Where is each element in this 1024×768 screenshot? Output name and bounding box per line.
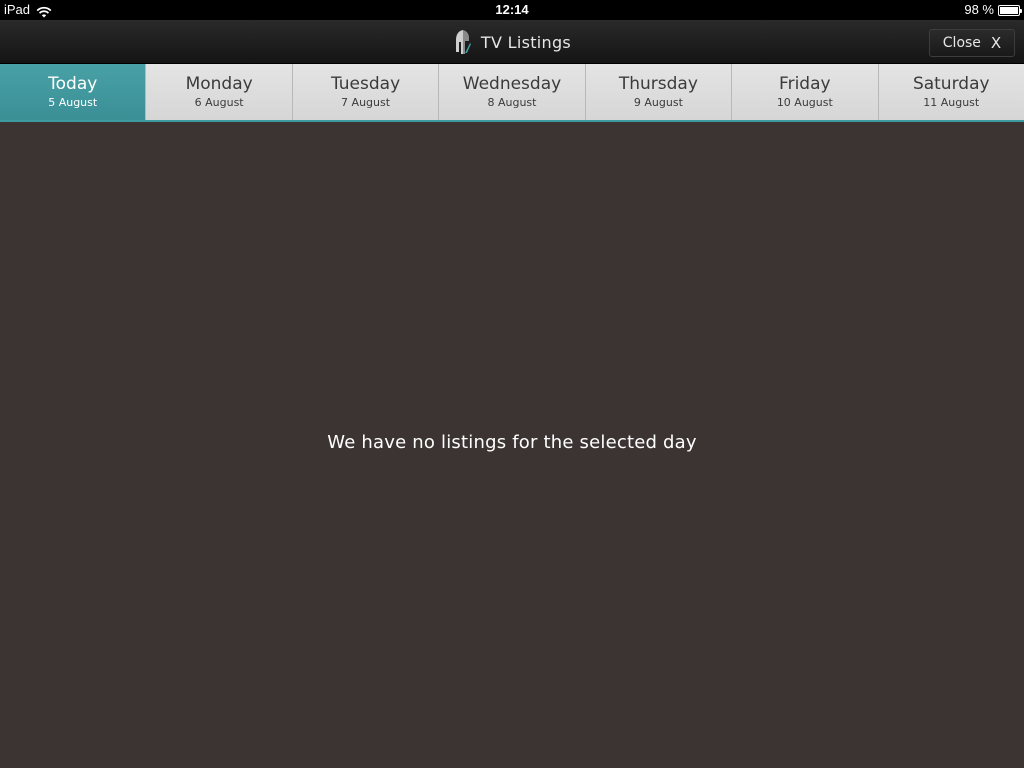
tab-day-date: 5 August <box>48 95 98 109</box>
status-time: 12:14 <box>495 2 529 17</box>
tab-tuesday[interactable]: Tuesday 7 August <box>292 64 440 120</box>
tab-day-date: 8 August <box>487 95 537 109</box>
tab-saturday[interactable]: Saturday 11 August <box>878 64 1024 120</box>
page-title: TV Listings <box>480 32 572 52</box>
battery-percent: 98 % <box>964 2 994 17</box>
tab-friday[interactable]: Friday 10 August <box>732 64 879 120</box>
status-right: 98 % <box>964 0 1022 20</box>
tab-today[interactable]: Today 5 August <box>0 64 147 120</box>
tab-day-date: 7 August <box>341 95 391 109</box>
status-bar: iPad 12:14 98 % <box>0 0 1024 20</box>
header-title-group: TV Listings <box>0 20 1024 64</box>
spartan-helmet-logo-icon <box>453 29 473 55</box>
tab-day-date: 11 August <box>923 95 980 109</box>
tab-wednesday[interactable]: Wednesday 8 August <box>439 64 586 120</box>
tab-day-date: 10 August <box>776 95 833 109</box>
tab-thursday[interactable]: Thursday 9 August <box>585 64 733 120</box>
tab-day-name: Wednesday <box>462 73 562 94</box>
close-button-label: Close <box>942 35 981 51</box>
tab-day-name: Friday <box>779 73 831 94</box>
tab-day-name: Saturday <box>912 73 990 94</box>
day-tabs: Today 5 August Monday 6 August Tuesday 7… <box>0 64 1024 122</box>
tab-day-date: 6 August <box>194 95 244 109</box>
tab-day-name: Today <box>48 73 98 94</box>
close-button[interactable]: Close X <box>929 29 1015 57</box>
tab-day-date: 9 August <box>633 95 683 109</box>
empty-state-message: We have no listings for the selected day <box>327 432 697 453</box>
battery-icon <box>998 4 1022 16</box>
tab-day-name: Thursday <box>618 73 698 94</box>
tab-day-name: Monday <box>185 73 253 94</box>
tab-day-name: Tuesday <box>330 73 401 94</box>
listings-content: We have no listings for the selected day <box>0 122 1024 768</box>
close-icon: X <box>990 33 1002 52</box>
nav-bar: TV Listings Close X <box>0 20 1024 64</box>
tab-monday[interactable]: Monday 6 August <box>146 64 293 120</box>
battery-fill <box>1000 6 1018 14</box>
